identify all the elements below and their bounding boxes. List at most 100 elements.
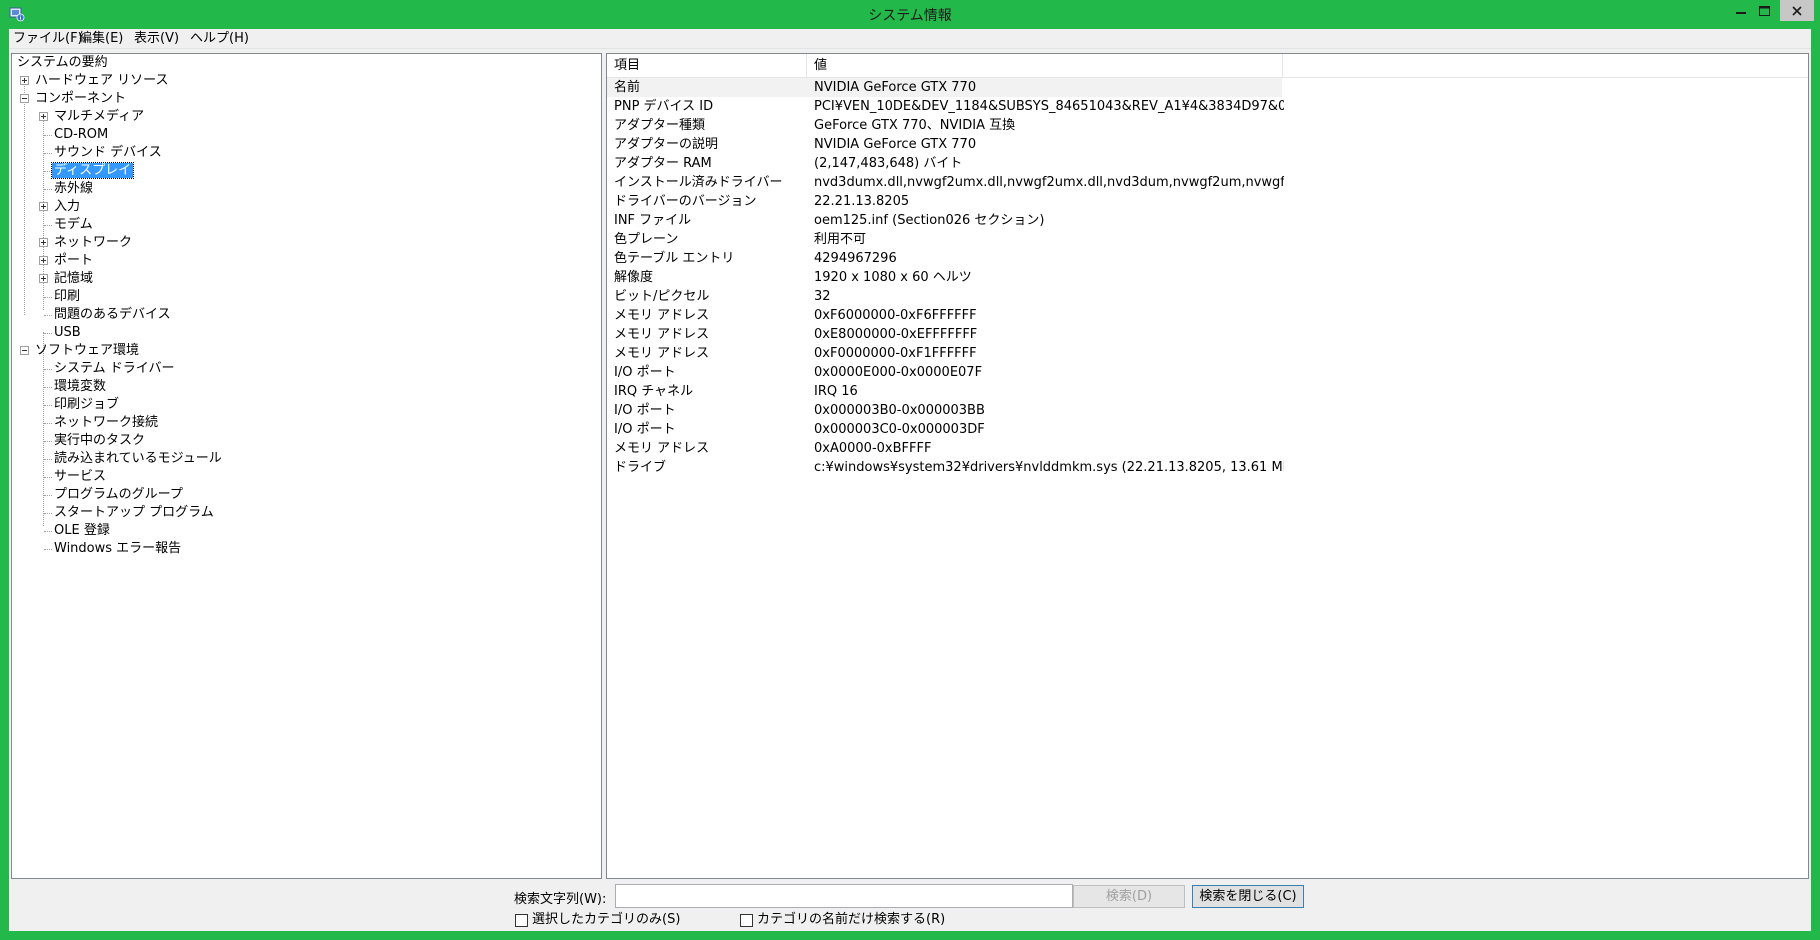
tree-item-system-summary[interactable]: システムの要約: [15, 54, 110, 72]
row-value-cell: 0x000003B0-0x000003BB: [814, 403, 985, 418]
row-item-cell: ドライバーのバージョン: [614, 194, 757, 209]
category-tree[interactable]: システムの要約 ハードウェア リソース コンポーネント マルチメディア CD-R…: [11, 53, 602, 879]
table-row[interactable]: メモリ アドレス 0xF0000000-0xF1FFFFFF: [607, 344, 1808, 363]
table-row[interactable]: インストール済みドライバー nvd3dumx.dll,nvwgf2umx.dll,…: [607, 173, 1808, 192]
table-row[interactable]: 解像度 1920 x 1080 x 60 ヘルツ: [607, 268, 1808, 287]
tree-item-system-drivers[interactable]: システム ドライバー: [52, 360, 176, 378]
close-icon: [1792, 5, 1802, 16]
category-names-only-checkbox[interactable]: [740, 914, 753, 927]
selected-category-only-checkbox[interactable]: [515, 914, 528, 927]
table-row[interactable]: I/O ポート 0x000003B0-0x000003BB: [607, 401, 1808, 420]
tree-item-label: CD-ROM: [54, 127, 109, 142]
selected-category-only-option[interactable]: 選択したカテゴリのみ(S): [515, 911, 680, 929]
tree-item-problem-devices[interactable]: 問題のあるデバイス: [52, 306, 173, 324]
close-search-button[interactable]: 検索を閉じる(C): [1192, 885, 1304, 908]
tree-item-loaded-modules[interactable]: 読み込まれているモジュール: [52, 450, 224, 468]
table-row[interactable]: IRQ チャネル IRQ 16: [607, 382, 1808, 401]
tree-item-label: 実行中のタスク: [54, 433, 146, 448]
tree-item-software-environment[interactable]: ソフトウェア環境: [20, 342, 141, 360]
tree-item-windows-error-reporting[interactable]: Windows エラー報告: [52, 540, 183, 558]
tree-item-hardware-resources[interactable]: ハードウェア リソース: [20, 72, 170, 90]
tree-item-services[interactable]: サービス: [52, 468, 108, 486]
table-row[interactable]: アダプターの説明 NVIDIA GeForce GTX 770: [607, 135, 1808, 154]
category-names-only-option[interactable]: カテゴリの名前だけ検索する(R): [740, 911, 945, 929]
tree-item-ports[interactable]: ポート: [39, 252, 95, 270]
tree-connector: [43, 332, 44, 526]
table-row[interactable]: ドライブ c:¥windows¥system32¥drivers¥nvlddmkm…: [607, 458, 1808, 477]
table-row[interactable]: ビット/ピクセル 32: [607, 287, 1808, 306]
row-value-cell: IRQ 16: [814, 384, 858, 399]
expand-plus-icon[interactable]: [20, 76, 29, 85]
tree-item-storage[interactable]: 記憶域: [39, 270, 95, 288]
tree-item-program-groups[interactable]: プログラムのグループ: [52, 486, 185, 504]
table-row[interactable]: PNP デバイス ID PCI¥VEN_10DE&DEV_1184&SUBSYS_…: [607, 97, 1808, 116]
tree-item-infrared[interactable]: 赤外線: [52, 180, 95, 198]
tree-connector: [44, 459, 52, 460]
table-row[interactable]: 名前 NVIDIA GeForce GTX 770: [607, 78, 1282, 97]
row-item-cell: メモリ アドレス: [614, 327, 710, 342]
expand-plus-icon[interactable]: [39, 274, 48, 283]
tree-item-cd-rom[interactable]: CD-ROM: [52, 126, 110, 144]
table-row[interactable]: I/O ポート 0x0000E000-0x0000E07F: [607, 363, 1808, 382]
tree-connector: [44, 477, 52, 478]
tree-item-printing[interactable]: 印刷: [52, 288, 82, 306]
tree-item-display[interactable]: ディスプレイ: [50, 162, 135, 180]
row-item-cell: I/O ポート: [614, 365, 676, 380]
table-row[interactable]: アダプター種類 GeForce GTX 770、NVIDIA 互換: [607, 116, 1808, 135]
row-value-cell: 32: [814, 289, 831, 304]
table-row[interactable]: 色プレーン 利用不可: [607, 230, 1808, 249]
row-value-cell: oem125.inf (Section026 セクション): [814, 213, 1045, 228]
expand-plus-icon[interactable]: [39, 112, 48, 121]
row-value-cell: 利用不可: [814, 232, 867, 247]
search-input[interactable]: [615, 884, 1073, 908]
collapse-minus-icon[interactable]: [20, 346, 29, 355]
row-item-cell: メモリ アドレス: [614, 346, 710, 361]
table-row[interactable]: INF ファイル oem125.inf (Section026 セクション): [607, 211, 1808, 230]
close-button[interactable]: [1780, 0, 1814, 21]
row-value-cell: PCI¥VEN_10DE&DEV_1184&SUBSYS_84651043&RE…: [814, 99, 1284, 114]
tree-item-network-connections[interactable]: ネットワーク接続: [52, 414, 160, 432]
table-row[interactable]: 色テーブル エントリ 4294967296: [607, 249, 1808, 268]
tree-item-label: 入力: [54, 199, 81, 214]
row-item-cell: 名前: [614, 80, 641, 95]
expand-plus-icon[interactable]: [39, 202, 48, 211]
find-button[interactable]: 検索(D): [1073, 885, 1185, 908]
tree-item-startup-programs[interactable]: スタートアップ プログラム: [52, 504, 216, 522]
maximize-button[interactable]: [1751, 0, 1777, 21]
tree-item-label: モデム: [54, 217, 93, 232]
row-item-cell: 解像度: [614, 270, 654, 285]
menu-help[interactable]: ヘルプ(H): [186, 29, 253, 49]
column-header-item[interactable]: 項目: [607, 54, 807, 78]
row-item-cell: PNP デバイス ID: [614, 99, 714, 114]
table-row[interactable]: メモリ アドレス 0xE8000000-0xEFFFFFFF: [607, 325, 1808, 344]
table-row[interactable]: メモリ アドレス 0xA0000-0xBFFFF: [607, 439, 1808, 458]
tree-connector: [44, 189, 52, 190]
tree-item-label: ディスプレイ: [50, 162, 135, 179]
tree-connector: [44, 369, 52, 370]
tree-item-multimedia[interactable]: マルチメディア: [39, 108, 146, 126]
tree-item-components[interactable]: コンポーネント: [20, 90, 128, 108]
tree-item-sound-device[interactable]: サウンド デバイス: [52, 144, 164, 162]
tree-item-print-jobs[interactable]: 印刷ジョブ: [52, 396, 121, 414]
tree-item-modem[interactable]: モデム: [52, 216, 95, 234]
tree-item-input[interactable]: 入力: [39, 198, 82, 216]
table-row[interactable]: I/O ポート 0x000003C0-0x000003DF: [607, 420, 1808, 439]
table-row[interactable]: メモリ アドレス 0xF6000000-0xF6FFFFFF: [607, 306, 1808, 325]
collapse-minus-icon[interactable]: [20, 94, 29, 103]
tree-item-network[interactable]: ネットワーク: [39, 234, 134, 252]
tree-item-usb[interactable]: USB: [52, 324, 83, 342]
table-row[interactable]: アダプター RAM (2,147,483,648) バイト: [607, 154, 1808, 173]
tree-item-label: ソフトウェア環境: [35, 343, 140, 358]
table-row[interactable]: ドライバーのバージョン 22.21.13.8205: [607, 192, 1808, 211]
title-bar[interactable]: システム情報: [0, 0, 1820, 29]
expand-plus-icon[interactable]: [39, 256, 48, 265]
tree-item-ole-registration[interactable]: OLE 登録: [52, 522, 112, 540]
menu-view[interactable]: 表示(V): [130, 29, 183, 49]
column-header-value[interactable]: 値: [807, 54, 1283, 78]
details-list[interactable]: 項目 値 名前 NVIDIA GeForce GTX 770 PNP デバイス ID…: [606, 53, 1809, 879]
expand-plus-icon[interactable]: [39, 238, 48, 247]
tree-item-environment-variables[interactable]: 環境変数: [52, 378, 108, 396]
menu-edit[interactable]: 編集(E): [75, 29, 127, 49]
tree-item-running-tasks[interactable]: 実行中のタスク: [52, 432, 147, 450]
tree-item-label: システムの要約: [17, 55, 108, 70]
